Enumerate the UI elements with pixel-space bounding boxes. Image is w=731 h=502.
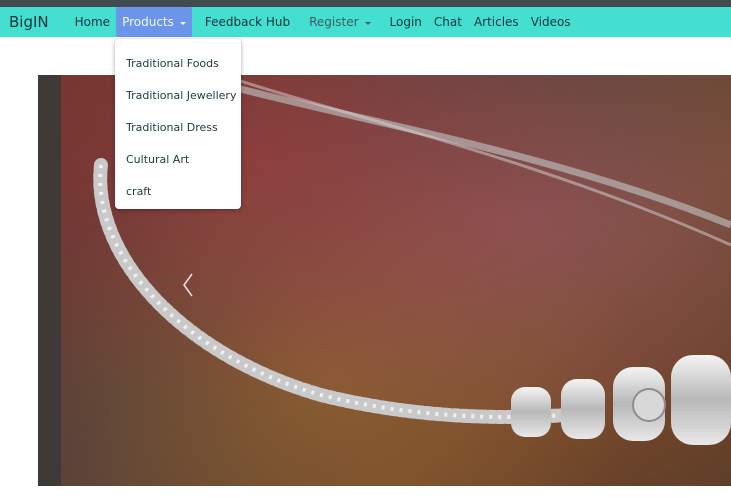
nav-register-dropdown[interactable]: Register (303, 7, 376, 37)
chevron-left-icon (183, 273, 193, 297)
carousel-prev-button[interactable] (168, 265, 208, 305)
menu-item-traditional-dress[interactable]: Traditional Dress (115, 111, 241, 143)
top-strip (0, 0, 731, 7)
menu-item-cultural-art[interactable]: Cultural Art (115, 143, 241, 175)
nav-products-dropdown[interactable]: Products (116, 7, 192, 37)
previous-slide-edge (38, 75, 61, 486)
menu-item-traditional-foods[interactable]: Traditional Foods (115, 47, 241, 79)
brand-logo[interactable]: BigIN (9, 13, 49, 31)
navbar: BigIN Home Products Feedback Hub Registe… (0, 7, 731, 37)
nav-feedback-hub[interactable]: Feedback Hub (199, 7, 296, 37)
nav-login[interactable]: Login (384, 7, 428, 37)
caret-down-icon (364, 21, 371, 25)
menu-item-traditional-jewellery[interactable]: Traditional Jewellery (115, 79, 241, 111)
nav-videos[interactable]: Videos (525, 7, 577, 37)
caret-down-icon (179, 21, 186, 25)
nav-articles[interactable]: Articles (468, 7, 525, 37)
nav-register-label: Register (309, 15, 359, 29)
products-dropdown-menu: Traditional Foods Traditional Jewellery … (115, 39, 241, 209)
menu-item-craft[interactable]: craft (115, 175, 241, 207)
nav-products-label: Products (122, 15, 174, 29)
nav-chat[interactable]: Chat (428, 7, 468, 37)
nav-home[interactable]: Home (69, 7, 116, 37)
